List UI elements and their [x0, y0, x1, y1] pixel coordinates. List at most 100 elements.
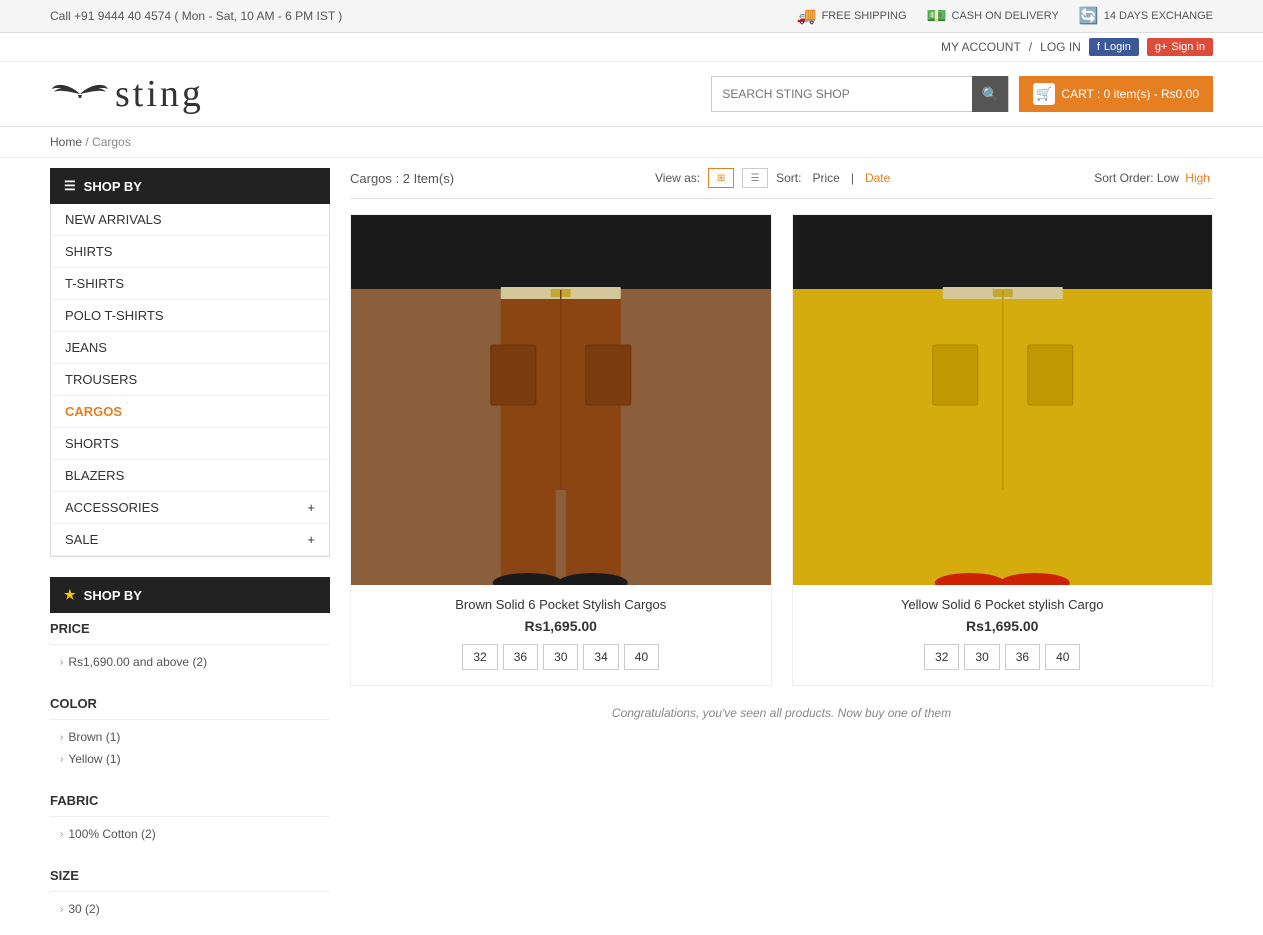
breadcrumb-current: Cargos — [92, 135, 131, 149]
search-button[interactable]: 🔍 — [972, 76, 1008, 112]
cart-button[interactable]: 🛒 CART : 0 item(s) - Rs0.00 — [1019, 76, 1213, 112]
fabric-filter-title: FABRIC — [50, 785, 330, 817]
accessories-plus: + — [307, 500, 315, 515]
arrow-icon: › — [60, 754, 63, 765]
exchange-icon: 🔄 — [1079, 6, 1099, 26]
color-filter-brown[interactable]: › Brown (1) — [50, 726, 330, 748]
arrow-icon: › — [60, 732, 63, 743]
size-filter: SIZE › 30 (2) — [50, 860, 330, 920]
arrow-icon: › — [60, 657, 63, 668]
sort-date-link[interactable]: Date — [865, 171, 890, 185]
sort-high-link[interactable]: High — [1185, 171, 1210, 185]
logo[interactable]: sting — [50, 72, 204, 116]
exchange-feature: 🔄 14 DAYS EXCHANGE — [1079, 6, 1213, 26]
my-account-link[interactable]: MY ACCOUNT — [941, 40, 1021, 54]
yellow-cargo-svg — [793, 215, 1213, 585]
product-toolbar: Cargos : 2 Item(s) View as: ⊞ ☰ Sort: Pr… — [350, 168, 1213, 199]
sort-order: Sort Order: Low High — [1094, 171, 1213, 185]
size-36-yellow[interactable]: 36 — [1005, 644, 1040, 670]
free-shipping-feature: 🚚 FREE SHIPPING — [797, 6, 907, 26]
sidebar-item-blazers[interactable]: BLAZERS — [51, 460, 329, 492]
price-filter-title: PRICE — [50, 613, 330, 645]
price-filter-label: Rs1,690.00 and above (2) — [68, 655, 207, 669]
google-icon: g+ — [1155, 41, 1168, 53]
fabric-cotton-label: 100% Cotton (2) — [68, 827, 155, 841]
product-grid: Brown Solid 6 Pocket Stylish Cargos Rs1,… — [350, 214, 1213, 686]
search-icon: 🔍 — [982, 86, 999, 103]
menu-icon: ☰ — [64, 178, 76, 194]
sort-label: Sort: — [776, 171, 801, 185]
list-view-button[interactable]: ☰ — [742, 168, 768, 188]
size-32-brown[interactable]: 32 — [462, 644, 497, 670]
arrow-icon: › — [60, 904, 63, 915]
search-box[interactable]: 🔍 — [711, 76, 1009, 112]
accessories-label: ACCESSORIES — [65, 500, 159, 515]
size-30-yellow[interactable]: 30 — [964, 644, 999, 670]
header: sting 🔍 🛒 CART : 0 item(s) - Rs0.00 — [0, 62, 1263, 127]
fabric-filter-cotton[interactable]: › 100% Cotton (2) — [50, 823, 330, 845]
sidebar-item-new-arrivals[interactable]: NEW ARRIVALS — [51, 204, 329, 236]
size-40-brown[interactable]: 40 — [624, 644, 659, 670]
sidebar-item-accessories[interactable]: ACCESSORIES + — [51, 492, 329, 524]
size-filter-30[interactable]: › 30 (2) — [50, 898, 330, 920]
sort-order-label: Sort Order: Low — [1094, 171, 1179, 185]
brown-cargo-image — [351, 215, 771, 585]
yellow-cargo-price: Rs1,695.00 — [793, 618, 1213, 634]
main-layout: ☰ SHOP BY NEW ARRIVALS SHIRTS T-SHIRTS P… — [0, 168, 1263, 935]
sort-price-link[interactable]: Price — [812, 171, 839, 185]
view-as-label: View as: — [655, 171, 700, 185]
sidebar-item-shirts[interactable]: SHIRTS — [51, 236, 329, 268]
grid-view-button[interactable]: ⊞ — [708, 168, 734, 188]
sidebar: ☰ SHOP BY NEW ARRIVALS SHIRTS T-SHIRTS P… — [50, 168, 330, 935]
size-30-brown[interactable]: 30 — [543, 644, 578, 670]
cart-icon: 🛒 — [1033, 83, 1055, 105]
google-login-button[interactable]: g+ Sign in — [1147, 38, 1213, 56]
sidebar-nav: NEW ARRIVALS SHIRTS T-SHIRTS POLO T-SHIR… — [50, 204, 330, 557]
search-input[interactable] — [712, 77, 972, 111]
product-area: Cargos : 2 Item(s) View as: ⊞ ☰ Sort: Pr… — [350, 168, 1213, 935]
size-32-yellow[interactable]: 32 — [924, 644, 959, 670]
google-login-label: Sign in — [1171, 41, 1205, 53]
fb-icon: f — [1097, 41, 1100, 53]
size-filter-title: SIZE — [50, 860, 330, 892]
phone-text: Call +91 9444 40 4574 ( Mon - Sat, 10 AM… — [50, 9, 342, 23]
header-right: 🔍 🛒 CART : 0 item(s) - Rs0.00 — [711, 76, 1213, 112]
breadcrumb: Home / Cargos — [0, 127, 1263, 158]
sidebar-item-polo-t-shirts[interactable]: POLO T-SHIRTS — [51, 300, 329, 332]
brown-cargo-sizes: 32 36 30 34 40 — [351, 644, 771, 670]
sidebar-item-jeans[interactable]: JEANS — [51, 332, 329, 364]
color-filter: COLOR › Brown (1) › Yellow (1) — [50, 688, 330, 770]
price-filter-item-0[interactable]: › Rs1,690.00 and above (2) — [50, 651, 330, 673]
logo-text: sting — [115, 72, 204, 116]
shipping-icon: 🚚 — [797, 6, 817, 26]
color-yellow-label: Yellow (1) — [68, 752, 120, 766]
item-count: Cargos : 2 Item(s) — [350, 171, 454, 186]
arrow-icon: › — [60, 829, 63, 840]
top-features: 🚚 FREE SHIPPING 💵 CASH ON DELIVERY 🔄 14 … — [797, 6, 1213, 26]
brown-cargo-name: Brown Solid 6 Pocket Stylish Cargos — [351, 597, 771, 612]
color-filter-yellow[interactable]: › Yellow (1) — [50, 748, 330, 770]
product-card-brown-cargo[interactable]: Brown Solid 6 Pocket Stylish Cargos Rs1,… — [350, 214, 772, 686]
login-link[interactable]: LOG IN — [1040, 40, 1081, 54]
cod-label: CASH ON DELIVERY — [951, 10, 1058, 22]
sidebar-item-shorts[interactable]: SHORTS — [51, 428, 329, 460]
shop-by-label: SHOP BY — [84, 179, 142, 194]
size-40-yellow[interactable]: 40 — [1045, 644, 1080, 670]
facebook-login-button[interactable]: f Login — [1089, 38, 1139, 56]
sidebar-item-trousers[interactable]: TROUSERS — [51, 364, 329, 396]
size-34-brown[interactable]: 34 — [583, 644, 618, 670]
top-bar: Call +91 9444 40 4574 ( Mon - Sat, 10 AM… — [0, 0, 1263, 33]
fb-login-label: Login — [1104, 41, 1131, 53]
free-shipping-label: FREE SHIPPING — [822, 10, 907, 22]
size-36-brown[interactable]: 36 — [503, 644, 538, 670]
account-bar: MY ACCOUNT / LOG IN f Login g+ Sign in — [0, 33, 1263, 62]
cod-icon: 💵 — [927, 6, 947, 26]
sidebar-item-sale[interactable]: SALE + — [51, 524, 329, 556]
featured-label: SHOP BY — [84, 588, 142, 603]
sidebar-item-t-shirts[interactable]: T-SHIRTS — [51, 268, 329, 300]
sale-label: SALE — [65, 532, 98, 547]
product-card-yellow-cargo[interactable]: Yellow Solid 6 Pocket stylish Cargo Rs1,… — [792, 214, 1214, 686]
color-brown-label: Brown (1) — [68, 730, 120, 744]
breadcrumb-home[interactable]: Home — [50, 135, 82, 149]
sidebar-item-cargos[interactable]: CARGOS — [51, 396, 329, 428]
